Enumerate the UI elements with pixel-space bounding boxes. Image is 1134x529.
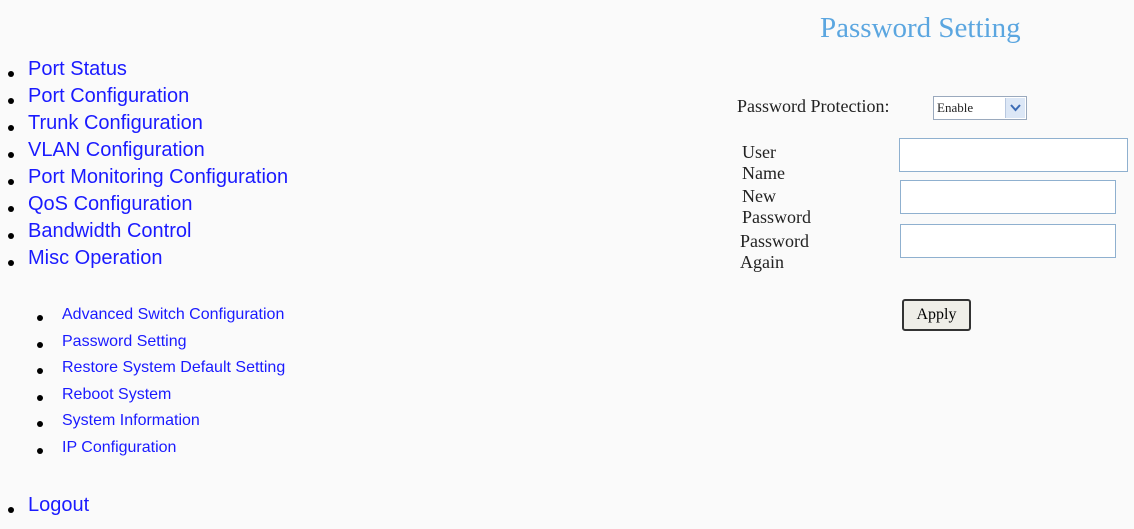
- submenu-item-password-setting[interactable]: Password Setting: [36, 333, 285, 360]
- chevron-down-icon[interactable]: [1005, 98, 1025, 118]
- menu-link[interactable]: Port Configuration: [28, 85, 189, 107]
- submenu-link[interactable]: Reboot System: [62, 386, 171, 403]
- submenu-link[interactable]: Restore System Default Setting: [62, 359, 285, 376]
- menu-item-vlan-configuration[interactable]: VLAN Configuration: [6, 139, 288, 166]
- menu-item-port-configuration[interactable]: Port Configuration: [6, 85, 288, 112]
- password-again-input[interactable]: [900, 224, 1116, 258]
- menu-item-qos-configuration[interactable]: QoS Configuration: [6, 193, 288, 220]
- menu-item-port-monitoring[interactable]: Port Monitoring Configuration: [6, 166, 288, 193]
- misc-submenu: Advanced Switch Configuration Password S…: [36, 306, 285, 466]
- main-menu: Port Status Port Configuration Trunk Con…: [6, 58, 288, 274]
- menu-link[interactable]: Port Status: [28, 58, 127, 80]
- submenu-item-system-information[interactable]: System Information: [36, 412, 285, 439]
- menu-item-bandwidth-control[interactable]: Bandwidth Control: [6, 220, 288, 247]
- apply-button[interactable]: Apply: [902, 299, 971, 331]
- new-password-input[interactable]: [900, 180, 1116, 214]
- submenu-item-reboot-system[interactable]: Reboot System: [36, 386, 285, 413]
- menu-link[interactable]: QoS Configuration: [28, 193, 193, 215]
- submenu-item-advanced-switch[interactable]: Advanced Switch Configuration: [36, 306, 285, 333]
- menu-link[interactable]: Bandwidth Control: [28, 220, 191, 242]
- menu-link[interactable]: Port Monitoring Configuration: [28, 166, 288, 188]
- new-password-label: New Password: [742, 186, 812, 227]
- submenu-link[interactable]: Advanced Switch Configuration: [62, 306, 284, 323]
- submenu-item-restore-default[interactable]: Restore System Default Setting: [36, 359, 285, 386]
- user-name-input[interactable]: [899, 138, 1128, 172]
- page-title: Password Setting: [820, 12, 1021, 44]
- menu-item-trunk-configuration[interactable]: Trunk Configuration: [6, 112, 288, 139]
- submenu-item-ip-configuration[interactable]: IP Configuration: [36, 439, 285, 466]
- menu-item-logout[interactable]: Logout: [6, 494, 89, 517]
- protection-select-value: Enable: [937, 100, 974, 115]
- menu-link[interactable]: Misc Operation: [28, 247, 163, 269]
- menu-item-port-status[interactable]: Port Status: [6, 58, 288, 85]
- logout-menu: Logout: [6, 494, 89, 517]
- protection-select[interactable]: Enable: [933, 96, 1027, 120]
- menu-link[interactable]: Trunk Configuration: [28, 112, 203, 134]
- submenu-link[interactable]: Password Setting: [62, 333, 187, 350]
- password-again-label: Password Again: [740, 231, 810, 272]
- menu-link[interactable]: VLAN Configuration: [28, 139, 205, 161]
- submenu-link[interactable]: IP Configuration: [62, 439, 176, 456]
- protection-label: Password Protection:: [737, 96, 890, 116]
- user-name-label: User Name: [742, 142, 785, 183]
- menu-item-misc-operation[interactable]: Misc Operation: [6, 247, 288, 274]
- submenu-link[interactable]: System Information: [62, 412, 200, 429]
- logout-link[interactable]: Logout: [28, 494, 89, 516]
